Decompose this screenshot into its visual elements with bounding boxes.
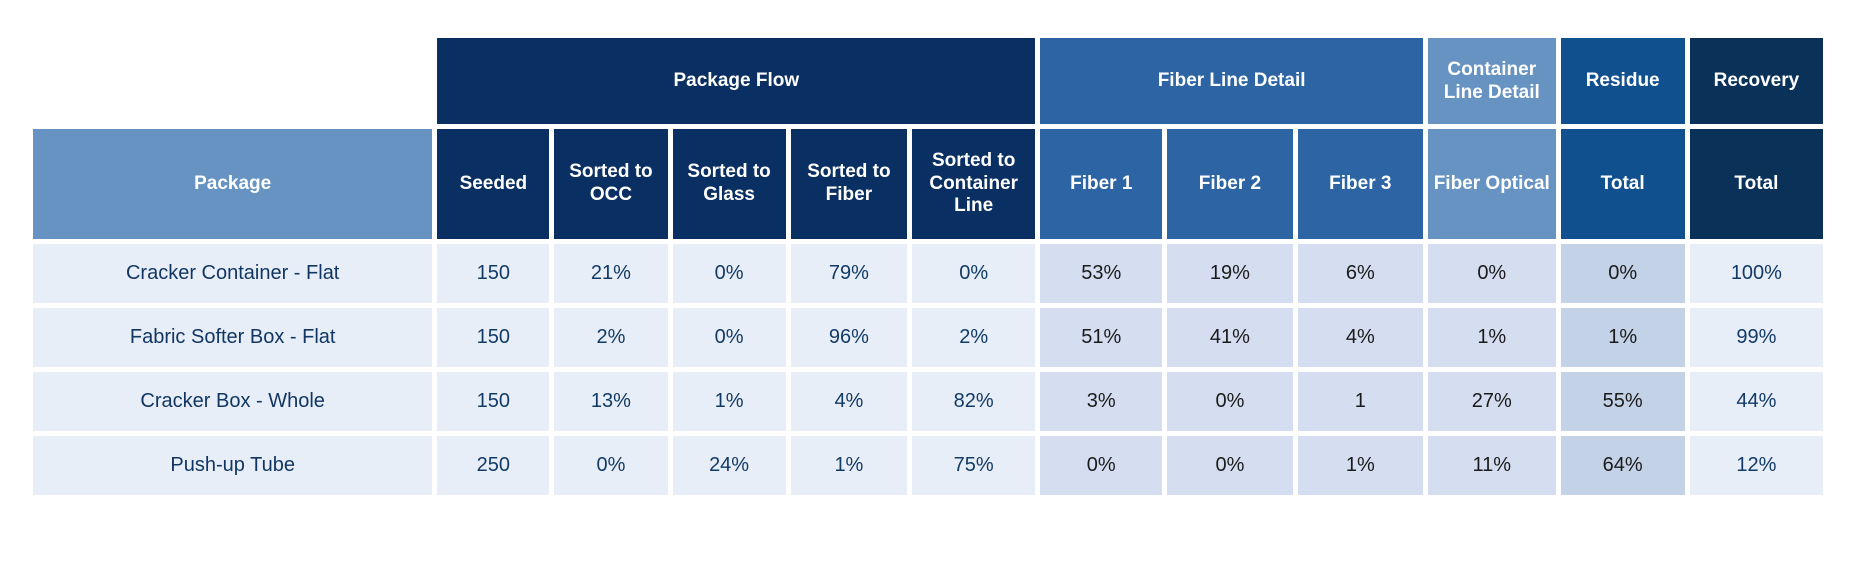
data-cell: 82% <box>912 372 1036 431</box>
data-cell: 150 <box>437 308 550 367</box>
data-cell: 1% <box>1427 308 1556 367</box>
data-cell: 2% <box>554 308 668 367</box>
column-header-fiber-3[interactable]: Fiber 3 <box>1297 129 1423 239</box>
data-cell: 1% <box>1297 436 1423 495</box>
data-cell: 0% <box>1167 436 1293 495</box>
column-header-fiber-2[interactable]: Fiber 2 <box>1167 129 1293 239</box>
data-cell: 27% <box>1427 372 1556 431</box>
package-name-cell: Fabric Softer Box - Flat <box>33 308 433 367</box>
data-cell: 19% <box>1167 244 1293 303</box>
data-cell: 55% <box>1560 372 1685 431</box>
data-cell: 21% <box>554 244 668 303</box>
data-cell: 79% <box>790 244 908 303</box>
table-header: Package Flow Fiber Line Detail Container L… <box>33 38 1823 239</box>
table-body: Cracker Container - Flat 150 21% 0% 79% 0% 53%… <box>33 244 1823 495</box>
column-header-row: Package Seeded Sorted to OCC Sorted to Glas… <box>33 129 1823 239</box>
data-cell: 12% <box>1689 436 1823 495</box>
data-cell: 64% <box>1560 436 1685 495</box>
data-cell: 24% <box>672 436 786 495</box>
data-cell: 75% <box>912 436 1036 495</box>
column-header-package[interactable]: Package <box>33 129 433 239</box>
column-header-total[interactable]: Total <box>1560 129 1685 239</box>
column-header-sorted-to-glass[interactable]: Sorted to Glass <box>672 129 786 239</box>
column-header-sorted-to-fiber[interactable]: Sorted to Fiber <box>790 129 908 239</box>
data-cell: 0% <box>672 244 786 303</box>
data-cell: 1% <box>790 436 908 495</box>
data-cell: 51% <box>1040 308 1163 367</box>
data-cell: 0% <box>1427 244 1556 303</box>
group-header-fiber-line-detail: Fiber Line Detail <box>1040 38 1423 124</box>
column-header-fiber-optical[interactable]: Fiber Optical <box>1427 129 1556 239</box>
data-cell: 2% <box>912 308 1036 367</box>
data-cell: 0% <box>554 436 668 495</box>
data-cell: 13% <box>554 372 668 431</box>
data-cell: 11% <box>1427 436 1556 495</box>
data-cell: 6% <box>1297 244 1423 303</box>
group-header-recovery: Recovery <box>1689 38 1823 124</box>
group-header-container-line-detail: Container Line Detail <box>1427 38 1556 124</box>
table-row: Push-up Tube 250 0% 24% 1% 75% 0% 0% 1% 11% 64% 12% <box>33 436 1823 495</box>
data-cell: 0% <box>912 244 1036 303</box>
data-cell: 1% <box>672 372 786 431</box>
table-row: Fabric Softer Box - Flat 150 2% 0% 96% 2% 51% 4… <box>33 308 1823 367</box>
data-cell: 0% <box>1040 436 1163 495</box>
data-cell: 3% <box>1040 372 1163 431</box>
data-cell: 99% <box>1689 308 1823 367</box>
table-row: Cracker Container - Flat 150 21% 0% 79% 0% 53%… <box>33 244 1823 303</box>
column-header-sorted-to-container-line[interactable]: Sorted to Container Line <box>912 129 1036 239</box>
group-header-package-flow: Package Flow <box>437 38 1036 124</box>
group-header-residue: Residue <box>1560 38 1685 124</box>
data-cell: 44% <box>1689 372 1823 431</box>
data-cell: 1% <box>1560 308 1685 367</box>
data-cell: 150 <box>437 244 550 303</box>
column-header-fiber-1[interactable]: Fiber 1 <box>1040 129 1163 239</box>
column-header-seeded[interactable]: Seeded <box>437 129 550 239</box>
data-cell: 0% <box>1167 372 1293 431</box>
group-header-spacer <box>33 38 432 124</box>
package-name-cell: Push-up Tube <box>33 436 433 495</box>
table-row: Cracker Box - Whole 150 13% 1% 4% 82% 3% 0% 1 27%… <box>33 372 1823 431</box>
data-cell: 0% <box>1560 244 1685 303</box>
data-cell: 96% <box>790 308 908 367</box>
data-cell: 53% <box>1040 244 1163 303</box>
package-flow-table: Package Flow Fiber Line Detail Container L… <box>28 33 1828 500</box>
data-cell: 0% <box>672 308 786 367</box>
package-name-cell: Cracker Container - Flat <box>33 244 433 303</box>
data-cell: 250 <box>437 436 550 495</box>
data-cell: 4% <box>790 372 908 431</box>
package-flow-table-root: Package Flow Fiber Line Detail Container L… <box>0 0 1855 587</box>
data-cell: 100% <box>1689 244 1823 303</box>
data-cell: 150 <box>437 372 550 431</box>
group-header-row: Package Flow Fiber Line Detail Container L… <box>33 38 1823 124</box>
column-header-total[interactable]: Total <box>1689 129 1823 239</box>
column-header-sorted-to-occ[interactable]: Sorted to OCC <box>554 129 668 239</box>
data-cell: 41% <box>1167 308 1293 367</box>
data-cell: 1 <box>1297 372 1423 431</box>
package-name-cell: Cracker Box - Whole <box>33 372 433 431</box>
data-cell: 4% <box>1297 308 1423 367</box>
